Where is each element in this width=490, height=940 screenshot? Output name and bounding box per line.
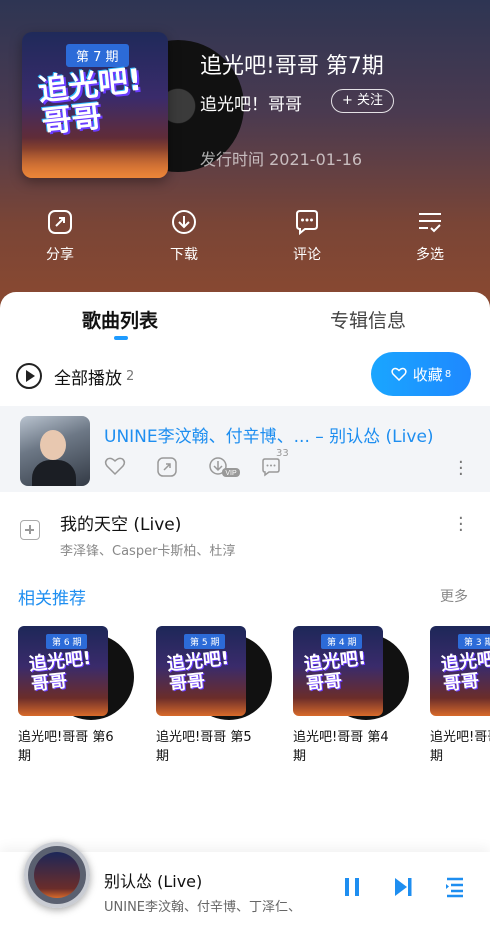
album-title: 追光吧!哥哥 第7期 — [200, 54, 384, 79]
playlist-icon — [446, 877, 463, 898]
multi-select-button[interactable]: 多选 — [400, 208, 460, 264]
now-playing-disc[interactable] — [24, 842, 90, 908]
recommend-caption: 追光吧!哥哥 第3期 — [430, 730, 490, 764]
recommend-title: 相关推荐 — [18, 589, 86, 609]
vip-download-icon[interactable]: VIP — [208, 456, 240, 478]
download-icon — [172, 210, 196, 234]
comment-count: 33 — [276, 448, 289, 459]
recommend-badge: 第 4 期 — [321, 634, 363, 649]
recommend-item[interactable]: 第 5 期 追光吧! 哥哥 追光吧!哥哥 第5期 — [156, 626, 276, 766]
next-track-icon — [395, 878, 412, 896]
cover-episode-badge: 第 7 期 — [66, 44, 129, 67]
collect-label: 收藏 — [412, 365, 443, 384]
recommend-item[interactable]: 第 3 期 追光吧! 哥哥 追光吧!哥哥 第3期 — [430, 626, 490, 766]
collect-button[interactable]: 收藏 8 — [371, 352, 471, 396]
play-all-label: 全部播放 — [54, 368, 122, 389]
recommend-caption: 追光吧!哥哥 第4期 — [293, 730, 389, 764]
song-title-playing: UNINE李汶翰、付辛博、... – 别认怂 (Live) — [104, 427, 434, 447]
download-button[interactable]: 下载 — [154, 208, 214, 264]
recommend-cover: 第 5 期 追光吧! 哥哥 — [156, 626, 246, 716]
recommend-more-link[interactable]: 更多 — [440, 586, 468, 606]
tab-indicator — [114, 336, 128, 340]
song-comment-icon[interactable]: 33 — [260, 448, 289, 478]
cover-logo-text: 追光吧! 哥哥 — [165, 647, 231, 696]
like-icon[interactable] — [104, 456, 126, 478]
heart-icon — [391, 367, 407, 381]
multi-select-icon — [419, 213, 441, 233]
playlist-button[interactable] — [444, 876, 466, 902]
play-all-button[interactable]: 全部播放 2 — [16, 362, 134, 390]
song-share-icon[interactable] — [156, 456, 178, 478]
now-playing-artist: UNINE李汶翰、付辛博、丁泽仁、 — [104, 900, 302, 915]
recommend-item[interactable]: 第 4 期 追光吧! 哥哥 追光吧!哥哥 第4期 — [293, 626, 413, 766]
download-label: 下载 — [170, 247, 198, 263]
cover-glow — [22, 138, 168, 178]
song-thumbnail — [20, 416, 90, 486]
recommend-badge: 第 6 期 — [46, 634, 88, 649]
pause-button[interactable] — [342, 876, 362, 902]
mini-player[interactable]: 别认怂 (Live) UNINE李汶翰、付辛博、丁泽仁、 — [0, 842, 490, 940]
share-icon — [48, 210, 72, 234]
recommend-item[interactable]: 第 6 期 追光吧! 哥哥 追光吧!哥哥 第6期 — [18, 626, 138, 766]
follow-button[interactable]: + 关注 — [331, 89, 395, 113]
share-button[interactable]: 分享 — [30, 208, 90, 264]
recommend-badge: 第 5 期 — [184, 634, 226, 649]
song-count: 2 — [126, 368, 135, 384]
recommend-cover: 第 6 期 追光吧! 哥哥 — [18, 626, 108, 716]
recommend-caption: 追光吧!哥哥 第6期 — [18, 730, 114, 764]
comment-icon — [296, 210, 318, 236]
song-row[interactable]: 我的天空 (Live) 李泽锋、Casper卡斯柏、杜淳 · · · — [0, 504, 490, 564]
cover-logo-text: 追光吧! 哥哥 — [302, 647, 368, 696]
more-options-icon[interactable]: · · · — [458, 510, 464, 540]
cover-logo-text: 追光吧! 哥哥 — [27, 647, 93, 696]
tab-album-info[interactable]: 专辑信息 — [330, 306, 406, 333]
recommend-cover: 第 3 期 追光吧! 哥哥 — [430, 626, 490, 716]
svg-text:VIP: VIP — [225, 470, 237, 477]
comment-button[interactable]: 评论 — [277, 208, 337, 264]
next-button[interactable] — [392, 876, 414, 902]
cover-logo-text: 追光吧! 哥哥 — [36, 62, 144, 141]
content-panel: 歌曲列表 专辑信息 全部播放 2 收藏 8 UNINE李汶翰、付辛博、... –… — [0, 292, 490, 940]
cover-logo-text: 追光吧! 哥哥 — [439, 647, 490, 696]
recommend-badge: 第 3 期 — [458, 634, 490, 649]
pause-icon — [345, 878, 359, 896]
album-artist-link[interactable]: 追光吧！哥哥 — [200, 90, 302, 115]
share-label: 分享 — [46, 247, 74, 263]
song-actions: VIP 33 — [104, 448, 289, 478]
album-action-bar: 分享 下载 评论 多选 — [0, 208, 490, 278]
tab-song-list[interactable]: 歌曲列表 — [82, 306, 158, 333]
more-options-icon[interactable]: · · · — [458, 454, 464, 484]
now-playing-art — [34, 852, 80, 898]
release-date: 发行时间 2021-01-16 — [200, 150, 363, 169]
collect-count: 8 — [444, 368, 452, 380]
song-row-playing[interactable]: UNINE李汶翰、付辛博、... – 别认怂 (Live) VIP 33 · · · — [0, 406, 490, 492]
comment-label: 评论 — [293, 247, 321, 263]
add-to-playlist-icon[interactable] — [20, 520, 40, 540]
play-circle-icon — [16, 363, 42, 389]
song-artists: 李泽锋、Casper卡斯柏、杜淳 — [60, 544, 236, 559]
now-playing-title: 别认怂 (Live) — [104, 872, 203, 891]
song-title: 我的天空 (Live) — [60, 515, 182, 535]
recommend-caption: 追光吧!哥哥 第5期 — [156, 730, 252, 764]
album-cover[interactable]: 第 7 期 追光吧! 哥哥 — [22, 32, 168, 178]
recommend-cover: 第 4 期 追光吧! 哥哥 — [293, 626, 383, 716]
multi-select-label: 多选 — [416, 247, 444, 263]
